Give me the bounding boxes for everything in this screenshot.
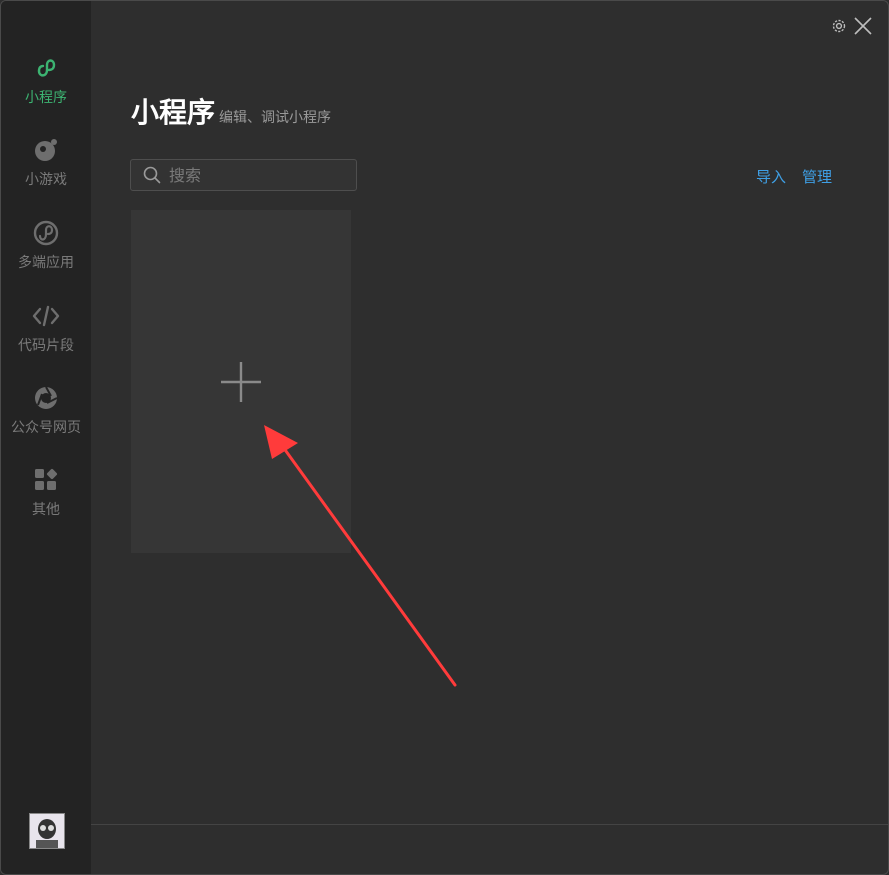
add-project-card[interactable] xyxy=(131,210,351,553)
sidebar-item-label: 小游戏 xyxy=(25,172,67,188)
page-subtitle: 编辑、调试小程序 xyxy=(219,110,332,126)
manage-link[interactable]: 管理 xyxy=(802,166,832,187)
page-title: 小程序 xyxy=(131,96,216,129)
close-icon[interactable] xyxy=(852,15,874,37)
sidebar-item-label: 公众号网页 xyxy=(11,420,81,436)
multiplatform-icon xyxy=(31,218,61,248)
sidebar-item-code-snippet[interactable]: 代码片段 xyxy=(1,301,91,371)
sidebar-item-official-account[interactable]: 公众号网页 xyxy=(1,383,91,453)
sidebar-item-label: 小程序 xyxy=(25,90,67,106)
page-header: 小程序 编辑、调试小程序 xyxy=(131,91,331,131)
sidebar-item-multiplatform[interactable]: 多端应用 xyxy=(1,218,91,288)
import-link[interactable]: 导入 xyxy=(756,166,786,187)
footer-divider xyxy=(91,824,888,825)
sidebar-item-label: 多端应用 xyxy=(18,255,74,271)
official-account-icon xyxy=(31,383,61,413)
search-input[interactable] xyxy=(167,164,351,186)
miniprogram-icon xyxy=(31,53,61,83)
sidebar-item-others[interactable]: 其他 xyxy=(1,465,91,535)
app-window: 小程序 小游戏 多端应用 代码片段 公众号网页 其他 小程序 编辑、调试小程序 … xyxy=(0,0,889,875)
sidebar-item-label: 代码片段 xyxy=(18,338,74,354)
search-box[interactable] xyxy=(130,159,357,191)
sidebar-item-miniprogram[interactable]: 小程序 xyxy=(1,53,91,123)
sidebar: 小程序 小游戏 多端应用 代码片段 公众号网页 其他 xyxy=(1,1,91,874)
minigame-icon xyxy=(31,135,61,165)
others-icon xyxy=(31,465,61,495)
header-actions: 导入 管理 xyxy=(756,166,832,187)
main-panel: 小程序 编辑、调试小程序 导入 管理 xyxy=(91,1,888,874)
sidebar-item-label: 其他 xyxy=(32,502,60,518)
gear-icon[interactable] xyxy=(830,17,848,35)
avatar[interactable] xyxy=(29,813,65,849)
plus-icon xyxy=(221,362,261,402)
code-snippet-icon xyxy=(31,301,61,331)
sidebar-item-minigame[interactable]: 小游戏 xyxy=(1,135,91,205)
search-icon xyxy=(143,166,161,184)
